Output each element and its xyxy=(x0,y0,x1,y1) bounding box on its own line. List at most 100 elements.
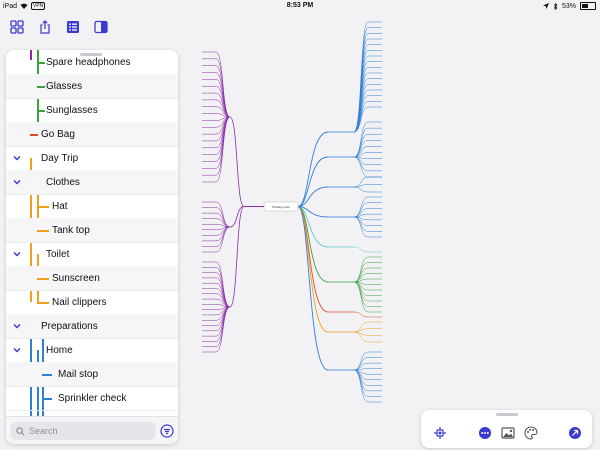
leaf-line xyxy=(353,72,382,133)
leaf-line xyxy=(202,212,231,228)
branch-line xyxy=(297,131,329,207)
leaf-line xyxy=(353,202,382,218)
list-item[interactable]: Preparations xyxy=(6,314,178,339)
leaf-line xyxy=(353,89,382,133)
list-item[interactable]: Hat xyxy=(6,194,178,219)
leaf-line xyxy=(353,267,382,283)
leaf-line xyxy=(353,216,382,232)
branch-line xyxy=(297,206,329,371)
leaf-line xyxy=(202,65,231,118)
leaf-line xyxy=(353,140,382,158)
leaf-line xyxy=(353,281,382,296)
grid-icon[interactable] xyxy=(6,16,28,38)
leaf-line xyxy=(353,186,382,193)
mindmap-canvas[interactable]: Packing Lists xyxy=(178,12,600,412)
leaf-line xyxy=(202,51,231,118)
share-icon[interactable] xyxy=(34,16,56,38)
list-item[interactable]: Day Trip xyxy=(6,146,178,171)
outline-view-icon[interactable] xyxy=(62,16,84,38)
branch-line xyxy=(297,156,329,207)
list-item[interactable]: Home xyxy=(6,338,178,363)
mindmap: Packing Lists xyxy=(202,21,382,403)
list-item[interactable]: Clothes xyxy=(6,170,178,195)
leaf-line xyxy=(202,267,231,308)
leaf-line xyxy=(353,351,382,371)
leaf-line xyxy=(353,357,382,371)
leaf-line xyxy=(353,44,382,133)
leaf-line xyxy=(353,78,382,133)
toolbar xyxy=(6,16,112,44)
add-node-icon[interactable] xyxy=(433,426,447,440)
leaf-line xyxy=(202,226,231,236)
leaf-line xyxy=(353,50,382,133)
leaf-line xyxy=(202,261,231,308)
leaf-line xyxy=(353,184,382,188)
battery-icon xyxy=(580,2,596,10)
leaf-line xyxy=(202,282,231,308)
location-icon xyxy=(542,3,549,9)
leaf-line xyxy=(353,21,382,133)
leaf-line xyxy=(353,156,382,172)
more-icon[interactable] xyxy=(478,426,492,440)
palette-handle[interactable] xyxy=(496,413,518,416)
leaf-line xyxy=(353,311,382,318)
filter-icon[interactable] xyxy=(160,424,174,438)
leaf-line xyxy=(353,256,382,283)
list-item[interactable]: Glasses xyxy=(6,74,178,99)
leaf-line xyxy=(202,85,231,118)
search-placeholder: Search xyxy=(29,426,58,436)
leaf-line xyxy=(353,156,382,166)
image-icon[interactable] xyxy=(501,426,515,440)
list-item[interactable]: Sunscreen xyxy=(6,266,178,291)
list-item[interactable]: Nail clippers xyxy=(6,290,178,315)
leaf-line xyxy=(202,218,231,228)
palette-icon[interactable] xyxy=(524,426,538,440)
search-icon xyxy=(16,426,25,436)
outline-panel: Spare headphones Glasses Sunglasses Go B… xyxy=(6,50,178,444)
list-item[interactable]: Sunglasses xyxy=(6,98,178,123)
leaf-line xyxy=(353,156,382,178)
branch-line xyxy=(229,116,245,207)
leaf-line xyxy=(353,33,382,133)
leaf-line xyxy=(353,281,382,313)
leaf-line xyxy=(202,201,231,228)
sidebar-toggle-icon[interactable] xyxy=(90,16,112,38)
list-item[interactable]: Toilet xyxy=(6,242,178,267)
chevron-down-icon[interactable] xyxy=(12,177,22,187)
drag-handle[interactable] xyxy=(80,53,102,56)
leaf-line xyxy=(353,273,382,283)
leaf-line xyxy=(353,369,382,403)
leaf-line xyxy=(353,67,382,133)
status-bar: iPad VPN 8:53 PM 53% xyxy=(0,0,600,12)
branch-line xyxy=(297,206,329,333)
bottom-palette xyxy=(421,410,592,448)
chevron-down-icon[interactable] xyxy=(12,345,22,355)
search-input[interactable]: Search xyxy=(10,422,156,440)
leaf-line xyxy=(202,226,231,253)
leaf-line xyxy=(353,362,382,371)
focus-icon[interactable] xyxy=(568,426,582,440)
chevron-down-icon[interactable] xyxy=(12,321,22,331)
outline-list[interactable]: Spare headphones Glasses Sunglasses Go B… xyxy=(6,50,178,416)
leaf-line xyxy=(353,84,382,133)
list-item[interactable]: Sprinkler check xyxy=(6,386,178,411)
leaf-line xyxy=(353,176,382,188)
leaf-line xyxy=(353,331,382,343)
list-item[interactable]: Mail stop xyxy=(6,362,178,387)
leaf-line xyxy=(202,306,231,353)
center-node-label: Packing Lists xyxy=(272,205,290,209)
search-bar: Search xyxy=(6,416,178,444)
leaf-line xyxy=(353,27,382,133)
chevron-down-icon[interactable] xyxy=(12,249,22,259)
bluetooth-icon xyxy=(553,2,558,10)
leaf-line xyxy=(353,38,382,133)
chevron-down-icon[interactable] xyxy=(12,153,22,163)
branch-line xyxy=(229,206,245,308)
leaf-line xyxy=(353,61,382,133)
leaf-line xyxy=(202,58,231,118)
battery-fill xyxy=(582,4,589,8)
leaf-line xyxy=(353,321,382,333)
list-item[interactable]: Go Bag xyxy=(6,122,178,147)
battery-percent: 53% xyxy=(561,2,576,10)
list-item[interactable]: Tank top xyxy=(6,218,178,243)
